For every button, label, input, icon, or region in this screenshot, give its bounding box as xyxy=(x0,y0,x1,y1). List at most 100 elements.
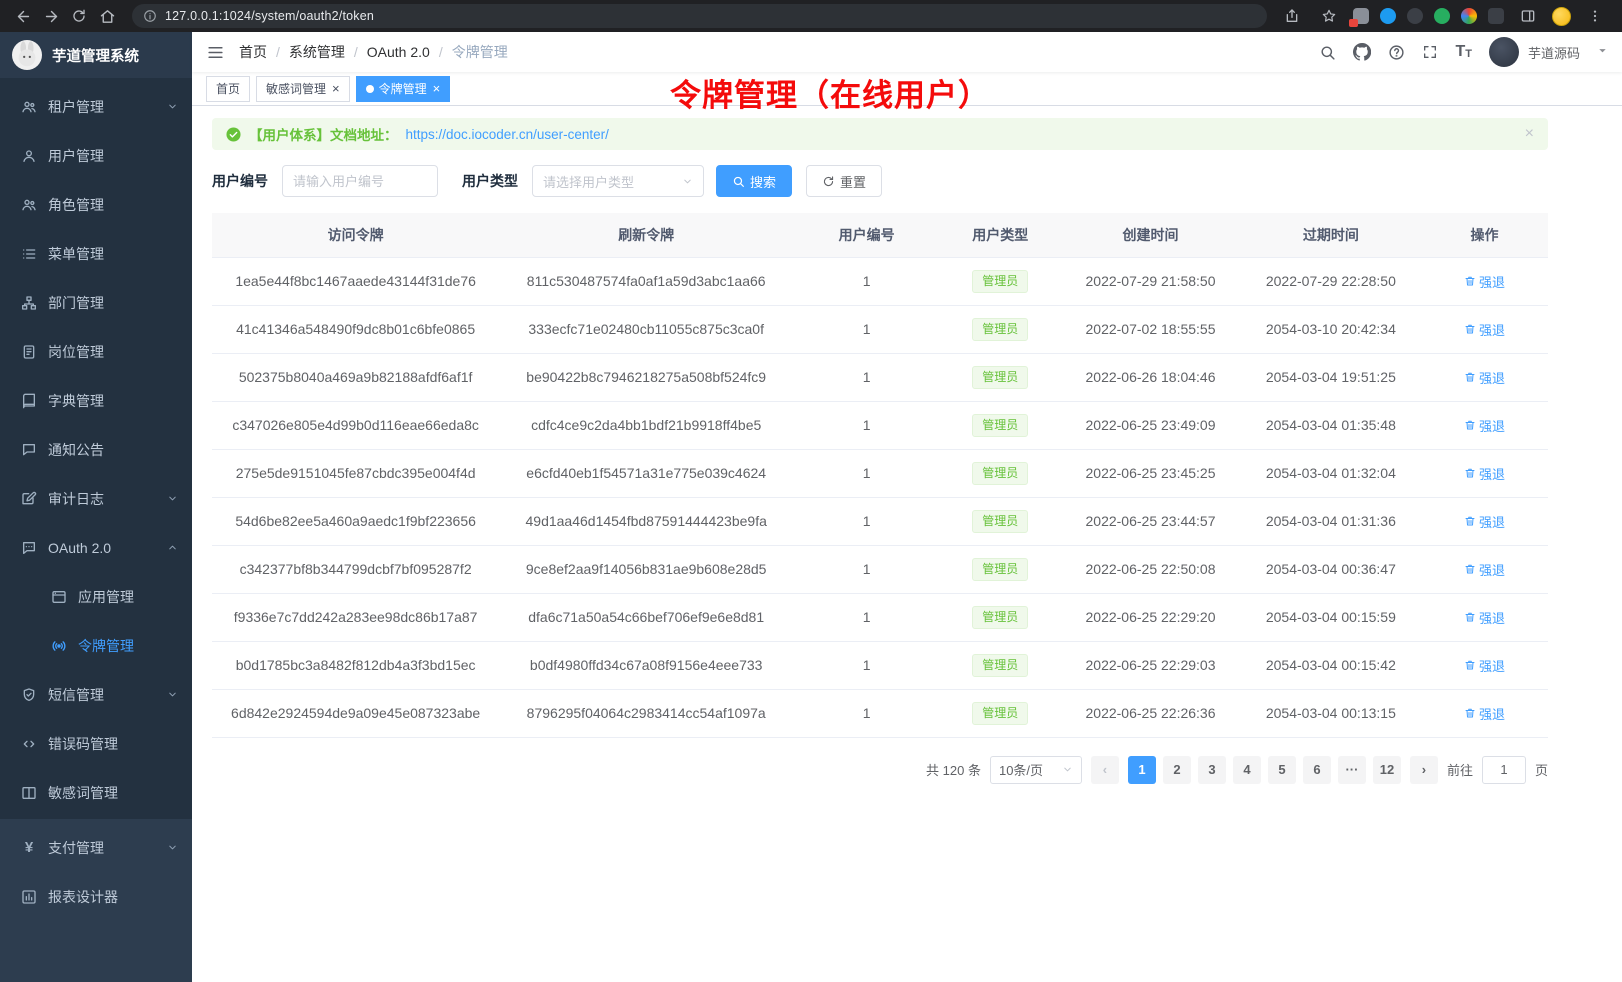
table-row: 54d6be82ee5a460a9aedc1f9bf22365649d1aa46… xyxy=(212,497,1548,545)
action-cell: 强退 xyxy=(1421,353,1548,401)
extension-icon[interactable] xyxy=(1461,8,1477,24)
browser-back-icon[interactable] xyxy=(10,3,36,29)
fullscreen-icon[interactable] xyxy=(1422,44,1438,60)
user-type-select[interactable]: 请选择用户类型 xyxy=(532,165,704,197)
alert-link[interactable]: https://doc.iocoder.cn/user-center/ xyxy=(406,127,609,142)
extension-icon[interactable] xyxy=(1407,8,1423,24)
action-cell: 强退 xyxy=(1421,305,1548,353)
force-logout-button[interactable]: 强退 xyxy=(1464,512,1505,531)
tab-item[interactable]: 令牌管理× xyxy=(356,76,451,102)
sidebar-item-oauth2[interactable]: OAuth 2.0 xyxy=(0,523,192,572)
next-page-button[interactable]: › xyxy=(1410,756,1438,784)
user-id-cell: 1 xyxy=(793,545,940,593)
refresh-token-cell: 8796295f04064c2983414cc54af1097a xyxy=(499,689,793,737)
page-button[interactable]: 6 xyxy=(1303,756,1331,784)
shield-icon xyxy=(20,687,38,703)
browser-home-icon[interactable] xyxy=(94,3,120,29)
search-icon[interactable] xyxy=(1319,44,1336,61)
force-logout-button[interactable]: 强退 xyxy=(1464,272,1505,291)
more-pages-button[interactable]: ··· xyxy=(1338,756,1366,784)
sidebar-item-oauth2-app[interactable]: 应用管理 xyxy=(0,572,192,621)
access-token-cell: 6d842e2924594de9a09e45e087323abe xyxy=(212,689,499,737)
extension-icon[interactable] xyxy=(1434,8,1450,24)
site-info-icon[interactable] xyxy=(143,9,157,23)
extension-icon[interactable] xyxy=(1380,8,1396,24)
sidebar-item-dict[interactable]: 字典管理 xyxy=(0,376,192,425)
sidebar-item-report-designer[interactable]: 报表设计器 xyxy=(0,872,192,921)
app-logo[interactable]: 芋道管理系统 xyxy=(0,32,192,78)
page-button[interactable]: 4 xyxy=(1233,756,1261,784)
close-icon[interactable]: × xyxy=(433,82,441,95)
url-bar[interactable]: 127.0.0.1:1024/system/oauth2/token xyxy=(132,4,1267,28)
user-avatar[interactable] xyxy=(1489,37,1519,67)
sidebar: 芋道管理系统 租户管理用户管理角色管理菜单管理部门管理岗位管理字典管理通知公告审… xyxy=(0,32,192,982)
user-type-cell: 管理员 xyxy=(940,641,1060,689)
page-button[interactable]: 5 xyxy=(1268,756,1296,784)
chevron-down-icon xyxy=(167,101,178,112)
editlog-icon xyxy=(20,491,38,507)
bookmark-star-icon[interactable] xyxy=(1316,3,1342,29)
browser-profile-avatar[interactable] xyxy=(1552,7,1571,26)
font-size-icon[interactable]: TT xyxy=(1455,44,1472,60)
tab-label: 敏感词管理 xyxy=(266,80,326,97)
page-button[interactable]: 2 xyxy=(1163,756,1191,784)
reset-button[interactable]: 重置 xyxy=(806,165,882,197)
help-icon[interactable] xyxy=(1388,44,1405,61)
sidebar-item-tenant[interactable]: 租户管理 xyxy=(0,82,192,131)
breadcrumb-item[interactable]: 首页 xyxy=(239,42,267,62)
tab-item[interactable]: 首页 xyxy=(206,76,250,102)
sidebar-item-oauth2-token[interactable]: 令牌管理 xyxy=(0,621,192,670)
alert-close-icon[interactable]: × xyxy=(1525,126,1534,142)
sidebar-item-menu[interactable]: 菜单管理 xyxy=(0,229,192,278)
side-panel-icon[interactable] xyxy=(1515,3,1541,29)
browser-forward-icon[interactable] xyxy=(38,3,64,29)
search-button[interactable]: 搜索 xyxy=(716,165,792,197)
create-time-cell: 2022-06-25 22:50:08 xyxy=(1060,545,1240,593)
signal-icon xyxy=(50,638,68,654)
sidebar-item-dept[interactable]: 部门管理 xyxy=(0,278,192,327)
prev-page-button[interactable]: ‹ xyxy=(1091,756,1119,784)
breadcrumb-item[interactable]: OAuth 2.0 xyxy=(367,44,430,60)
sidebar-item-audit-log[interactable]: 审计日志 xyxy=(0,474,192,523)
tab-item[interactable]: 敏感词管理 × xyxy=(256,76,350,102)
page-size-select[interactable]: 10条/页 xyxy=(990,756,1082,784)
force-logout-button[interactable]: 强退 xyxy=(1464,560,1505,579)
github-icon[interactable] xyxy=(1353,43,1371,61)
force-logout-button[interactable]: 强退 xyxy=(1464,320,1505,339)
sidebar-item-pay[interactable]: ¥支付管理 xyxy=(0,823,192,872)
page-button[interactable]: 1 xyxy=(1128,756,1156,784)
sidebar-item-sms[interactable]: 短信管理 xyxy=(0,670,192,719)
user-type-badge: 管理员 xyxy=(972,318,1028,341)
force-logout-button[interactable]: 强退 xyxy=(1464,416,1505,435)
sidebar-item-notice[interactable]: 通知公告 xyxy=(0,425,192,474)
page-button[interactable]: 3 xyxy=(1198,756,1226,784)
sidebar-item-sensitive-word[interactable]: 敏感词管理 xyxy=(0,768,192,817)
force-logout-button[interactable]: 强退 xyxy=(1464,704,1505,723)
extension-icon[interactable] xyxy=(1353,8,1369,24)
sidebar-item-post[interactable]: 岗位管理 xyxy=(0,327,192,376)
close-icon[interactable]: × xyxy=(332,82,340,95)
user-id-input[interactable] xyxy=(282,165,438,197)
sidebar-item-user[interactable]: 用户管理 xyxy=(0,131,192,180)
browser-reload-icon[interactable] xyxy=(66,3,92,29)
share-icon[interactable] xyxy=(1279,3,1305,29)
tree-icon xyxy=(20,295,38,311)
goto-page-input[interactable] xyxy=(1482,756,1526,784)
username[interactable]: 芋道源码 xyxy=(1528,43,1580,62)
breadcrumb-item[interactable]: 系统管理 xyxy=(289,42,345,62)
force-logout-label: 强退 xyxy=(1479,368,1505,387)
access-token-cell: 1ea5e44f8bc1467aaede43144f31de76 xyxy=(212,257,499,305)
column-header: 操作 xyxy=(1421,213,1548,257)
force-logout-button[interactable]: 强退 xyxy=(1464,368,1505,387)
user-type-cell: 管理员 xyxy=(940,593,1060,641)
page-button[interactable]: 12 xyxy=(1373,756,1401,784)
sidebar-item-error-code[interactable]: 错误码管理 xyxy=(0,719,192,768)
collapse-sidebar-icon[interactable] xyxy=(206,43,225,62)
page-size-value: 10条/页 xyxy=(999,760,1043,779)
force-logout-button[interactable]: 强退 xyxy=(1464,464,1505,483)
force-logout-button[interactable]: 强退 xyxy=(1464,608,1505,627)
sidebar-item-role[interactable]: 角色管理 xyxy=(0,180,192,229)
force-logout-button[interactable]: 强退 xyxy=(1464,656,1505,675)
extension-icon[interactable] xyxy=(1488,8,1504,24)
browser-menu-icon[interactable] xyxy=(1582,3,1608,29)
